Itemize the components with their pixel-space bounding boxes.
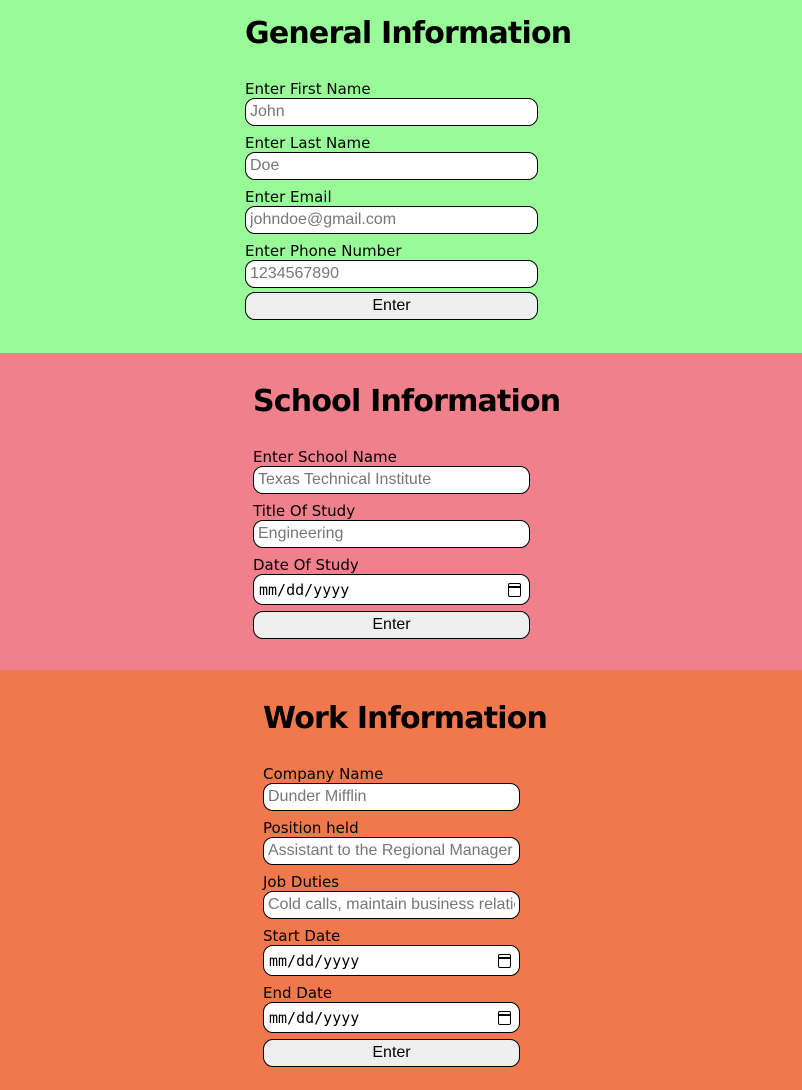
end-date-input[interactable]: mm/dd/yyyy [263,1002,520,1033]
date-of-study-label: Date Of Study [253,556,359,574]
company-name-label: Company Name [263,765,384,783]
school-name-label: Enter School Name [253,448,397,466]
company-name-input[interactable] [263,783,520,811]
school-name-input[interactable] [253,466,530,494]
job-duties-label: Job Duties [263,873,340,891]
general-information-title: General Information [245,16,572,51]
school-information-section: School Information Enter School Name Tit… [0,353,802,670]
general-information-form: General Information Enter First Name Ent… [245,14,572,320]
end-date-value: mm/dd/yyyy [269,1008,360,1027]
work-information-section: Work Information Company Name Position h… [0,670,802,1090]
date-of-study-value: mm/dd/yyyy [259,580,350,599]
start-date-value: mm/dd/yyyy [269,951,360,970]
school-information-title: School Information [253,384,561,419]
calendar-icon[interactable] [508,582,521,597]
date-of-study-input[interactable]: mm/dd/yyyy [253,574,530,605]
general-information-section: General Information Enter First Name Ent… [0,0,802,353]
phone-label: Enter Phone Number [245,242,402,260]
start-date-input[interactable]: mm/dd/yyyy [263,945,520,976]
end-date-label: End Date [263,984,333,1002]
email-label: Enter Email [245,188,332,206]
email-input[interactable] [245,206,538,234]
first-name-input[interactable] [245,98,538,126]
job-duties-input[interactable] [263,891,520,919]
calendar-icon[interactable] [498,953,511,968]
work-enter-button[interactable]: Enter [263,1039,520,1067]
school-information-form: School Information Enter School Name Tit… [253,382,561,639]
calendar-icon[interactable] [498,1010,511,1025]
start-date-label: Start Date [263,927,341,945]
school-enter-button[interactable]: Enter [253,611,530,639]
last-name-input[interactable] [245,152,538,180]
title-of-study-label: Title Of Study [253,502,356,520]
position-label: Position held [263,819,359,837]
general-enter-button[interactable]: Enter [245,292,538,320]
work-information-title: Work Information [263,701,548,736]
title-of-study-input[interactable] [253,520,530,548]
phone-input[interactable] [245,260,538,288]
first-name-label: Enter First Name [245,80,371,98]
work-information-form: Work Information Company Name Position h… [263,699,548,1067]
last-name-label: Enter Last Name [245,134,371,152]
position-input[interactable] [263,837,520,865]
